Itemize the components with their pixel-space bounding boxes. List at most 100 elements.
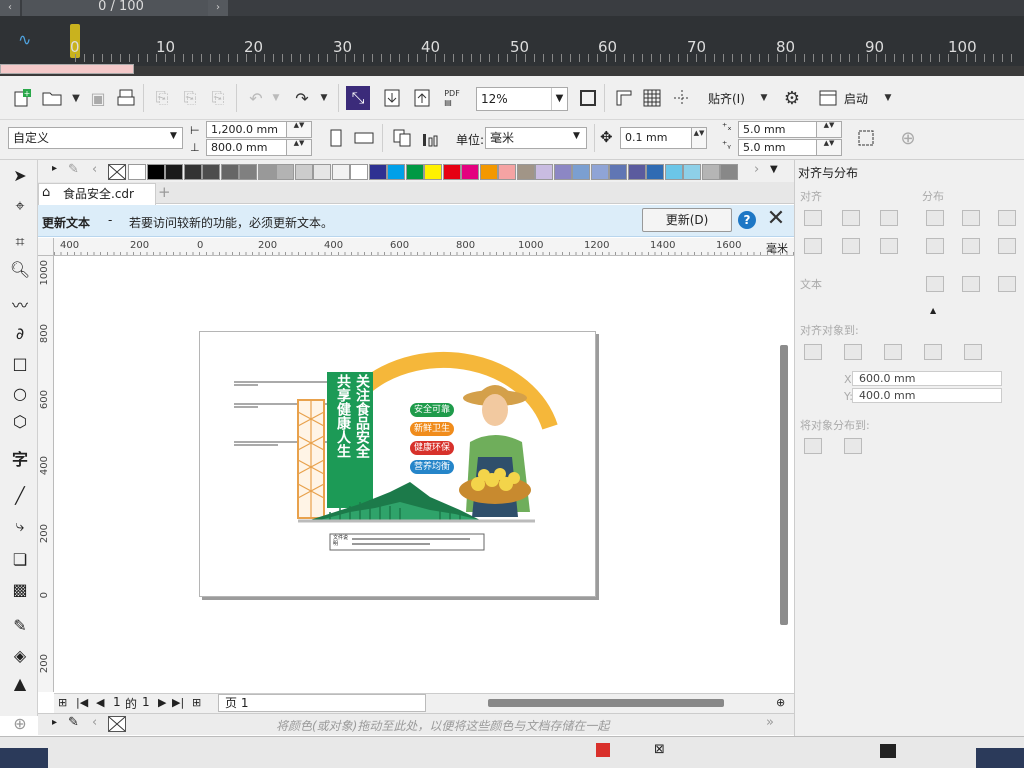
smart-fill-icon[interactable]: ▲ bbox=[8, 672, 32, 696]
distribute-to-selection-icon[interactable] bbox=[804, 438, 822, 454]
color-swatch[interactable] bbox=[368, 164, 387, 180]
launch-icon[interactable] bbox=[816, 86, 840, 110]
color-swatch[interactable] bbox=[387, 164, 405, 180]
align-center-h-icon[interactable] bbox=[842, 210, 860, 226]
units-select[interactable]: 毫米 bbox=[485, 127, 587, 149]
rulers-icon[interactable] bbox=[612, 86, 636, 110]
distribute-top-icon[interactable] bbox=[926, 238, 944, 254]
copy-icon[interactable]: ⎘ bbox=[178, 86, 202, 110]
palette-prev-icon[interactable]: ‹ bbox=[92, 715, 97, 730]
height-spinner[interactable]: ▲▼ bbox=[286, 139, 312, 156]
color-swatch[interactable] bbox=[220, 164, 239, 180]
collapse-icon[interactable]: ▲ bbox=[930, 306, 936, 315]
grid-icon[interactable] bbox=[640, 86, 664, 110]
color-swatch[interactable] bbox=[128, 164, 146, 180]
distribute-middle-icon[interactable] bbox=[962, 238, 980, 254]
tag-fresh[interactable]: 新鲜卫生 bbox=[410, 422, 455, 436]
document-tab[interactable]: 食品安全.cdr bbox=[38, 183, 156, 205]
color-swatch[interactable] bbox=[553, 164, 572, 180]
text-align-first-icon[interactable] bbox=[926, 276, 944, 292]
home-icon[interactable]: ⌂ bbox=[42, 185, 50, 200]
eyedropper-icon[interactable]: ✎ bbox=[68, 715, 79, 730]
width-spinner[interactable]: ▲▼ bbox=[286, 121, 312, 138]
update-button[interactable]: 更新(D) bbox=[642, 208, 732, 232]
timeline-next-button[interactable]: › bbox=[208, 0, 228, 16]
vertical-scrollbar[interactable] bbox=[780, 345, 788, 625]
align-to-page-center-icon[interactable] bbox=[884, 344, 902, 360]
ruler-origin[interactable] bbox=[38, 238, 54, 256]
tag-healthy[interactable]: 健康环保 bbox=[410, 441, 455, 455]
color-swatch[interactable] bbox=[331, 164, 350, 180]
guidelines-icon[interactable] bbox=[670, 86, 694, 110]
color-swatch[interactable] bbox=[572, 164, 590, 180]
color-swatch[interactable] bbox=[405, 164, 424, 180]
nudge-distance-field[interactable]: 0.1 mm bbox=[620, 127, 692, 149]
first-page-icon[interactable]: |◀ bbox=[76, 696, 88, 709]
add-page-icon[interactable]: ⊞ bbox=[58, 696, 67, 709]
palette-arrow[interactable]: ▸ bbox=[52, 717, 57, 728]
chevron-down-icon[interactable]: ▼ bbox=[573, 131, 580, 141]
palette-next-icon[interactable]: » bbox=[766, 715, 774, 730]
color-swatch[interactable] bbox=[498, 164, 516, 180]
drop-shadow-icon[interactable]: ❏ bbox=[8, 548, 32, 572]
full-screen-icon[interactable] bbox=[576, 86, 600, 110]
color-swatch[interactable] bbox=[313, 164, 331, 180]
zoom-tool-icon[interactable]: 🔍︎ bbox=[8, 258, 32, 282]
pick-tool-icon[interactable]: ➤ bbox=[8, 164, 32, 188]
save-icon[interactable]: ▣ bbox=[86, 86, 110, 110]
distribute-center-icon[interactable] bbox=[962, 210, 980, 226]
chevron-down-icon[interactable]: ▼ bbox=[170, 131, 177, 141]
color-swatch[interactable] bbox=[590, 164, 609, 180]
palette-scroll-left[interactable]: ▸ bbox=[52, 163, 57, 174]
snap-dropdown-icon[interactable]: ▼ bbox=[752, 86, 776, 110]
color-swatch[interactable] bbox=[239, 164, 257, 180]
launch-dropdown-icon[interactable]: ▼ bbox=[876, 86, 900, 110]
align-right-icon[interactable] bbox=[880, 210, 898, 226]
color-swatch[interactable] bbox=[424, 164, 442, 180]
align-y-field[interactable]: 400.0 mm bbox=[852, 388, 1002, 403]
no-color-swatch[interactable] bbox=[108, 164, 126, 180]
color-swatch[interactable] bbox=[442, 164, 461, 180]
portrait-icon[interactable] bbox=[324, 126, 348, 150]
color-swatch[interactable] bbox=[535, 164, 553, 180]
text-align-last-icon[interactable] bbox=[962, 276, 980, 292]
open-folder-icon[interactable] bbox=[40, 86, 64, 110]
connector-tool-icon[interactable]: ⤷ bbox=[8, 514, 32, 538]
print-icon[interactable] bbox=[114, 86, 138, 110]
slogan-right[interactable]: 关注食品安全 bbox=[350, 374, 370, 458]
polygon-tool-icon[interactable]: ⬡ bbox=[8, 410, 32, 434]
color-swatch[interactable] bbox=[701, 164, 720, 180]
add-page-after-icon[interactable]: ⊞ bbox=[192, 696, 201, 709]
page-tab-1[interactable]: 页 1 bbox=[218, 694, 426, 712]
palette-expand-icon[interactable]: ▼ bbox=[770, 164, 778, 175]
duplicate-x-field[interactable]: 5.0 mm bbox=[738, 121, 818, 138]
ellipse-tool-icon[interactable]: ○ bbox=[8, 382, 32, 406]
snap-to-menu[interactable]: 贴齐(I) bbox=[708, 90, 745, 107]
horizontal-scrollbar[interactable] bbox=[488, 699, 724, 707]
color-swatch[interactable] bbox=[202, 164, 220, 180]
align-to-point-icon[interactable] bbox=[964, 344, 982, 360]
timeline-prev-button[interactable]: ‹ bbox=[0, 0, 20, 16]
text-tool-icon[interactable]: 字 bbox=[8, 448, 32, 472]
crop-tool-icon[interactable]: ⌗ bbox=[8, 230, 32, 254]
text-align-bbox-icon[interactable] bbox=[998, 276, 1016, 292]
no-color-swatch[interactable] bbox=[108, 716, 126, 732]
prev-page-icon[interactable]: ◀ bbox=[96, 696, 104, 709]
redo-dropdown-icon[interactable]: ▼ bbox=[312, 86, 336, 110]
new-document-icon[interactable]: + bbox=[10, 86, 34, 110]
all-pages-icon[interactable] bbox=[390, 126, 414, 150]
search-content-icon[interactable]: ⤡ bbox=[346, 86, 370, 110]
current-page-icon[interactable] bbox=[418, 126, 442, 150]
export-icon[interactable] bbox=[410, 86, 434, 110]
tag-safe[interactable]: 安全可靠 bbox=[410, 403, 455, 417]
eyedropper-icon[interactable]: ✎ bbox=[8, 614, 32, 638]
add-icon[interactable]: ⊕ bbox=[896, 126, 920, 150]
distribute-to-page-icon[interactable] bbox=[844, 438, 862, 454]
next-page-icon[interactable]: ▶ bbox=[158, 696, 166, 709]
landscape-icon[interactable] bbox=[352, 126, 376, 150]
tag-nutrition[interactable]: 营养均衡 bbox=[410, 460, 455, 474]
line-tool-icon[interactable]: ╱ bbox=[8, 484, 32, 508]
color-swatch[interactable] bbox=[646, 164, 664, 180]
rectangle-tool-icon[interactable]: □ bbox=[8, 352, 32, 376]
artwork-graphics[interactable] bbox=[200, 332, 595, 596]
